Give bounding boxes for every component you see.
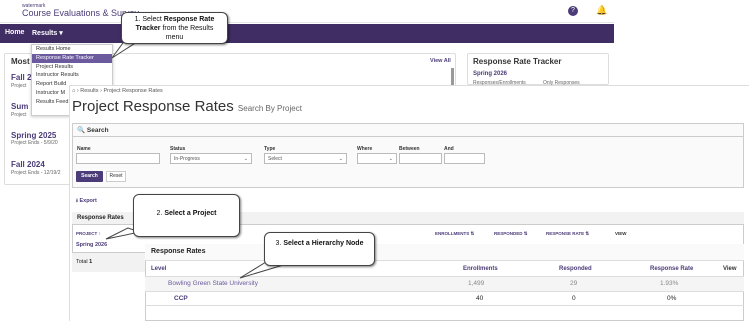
callout-2: 2. Select a Project (133, 194, 240, 237)
callout-1: 1. Select Response Rate Tracker from the… (121, 12, 228, 44)
callout-2-text-b: Select a Project (164, 210, 217, 217)
callout-3: 3. Select a Hierarchy Node (264, 232, 375, 266)
callout-pointers (105, 35, 282, 279)
callout-1-text-c: from the Results menu (160, 24, 214, 41)
callout-3-text-b: Select a Hierarchy Node (283, 240, 364, 247)
callout-1-text-a: 1. Select (134, 16, 164, 23)
